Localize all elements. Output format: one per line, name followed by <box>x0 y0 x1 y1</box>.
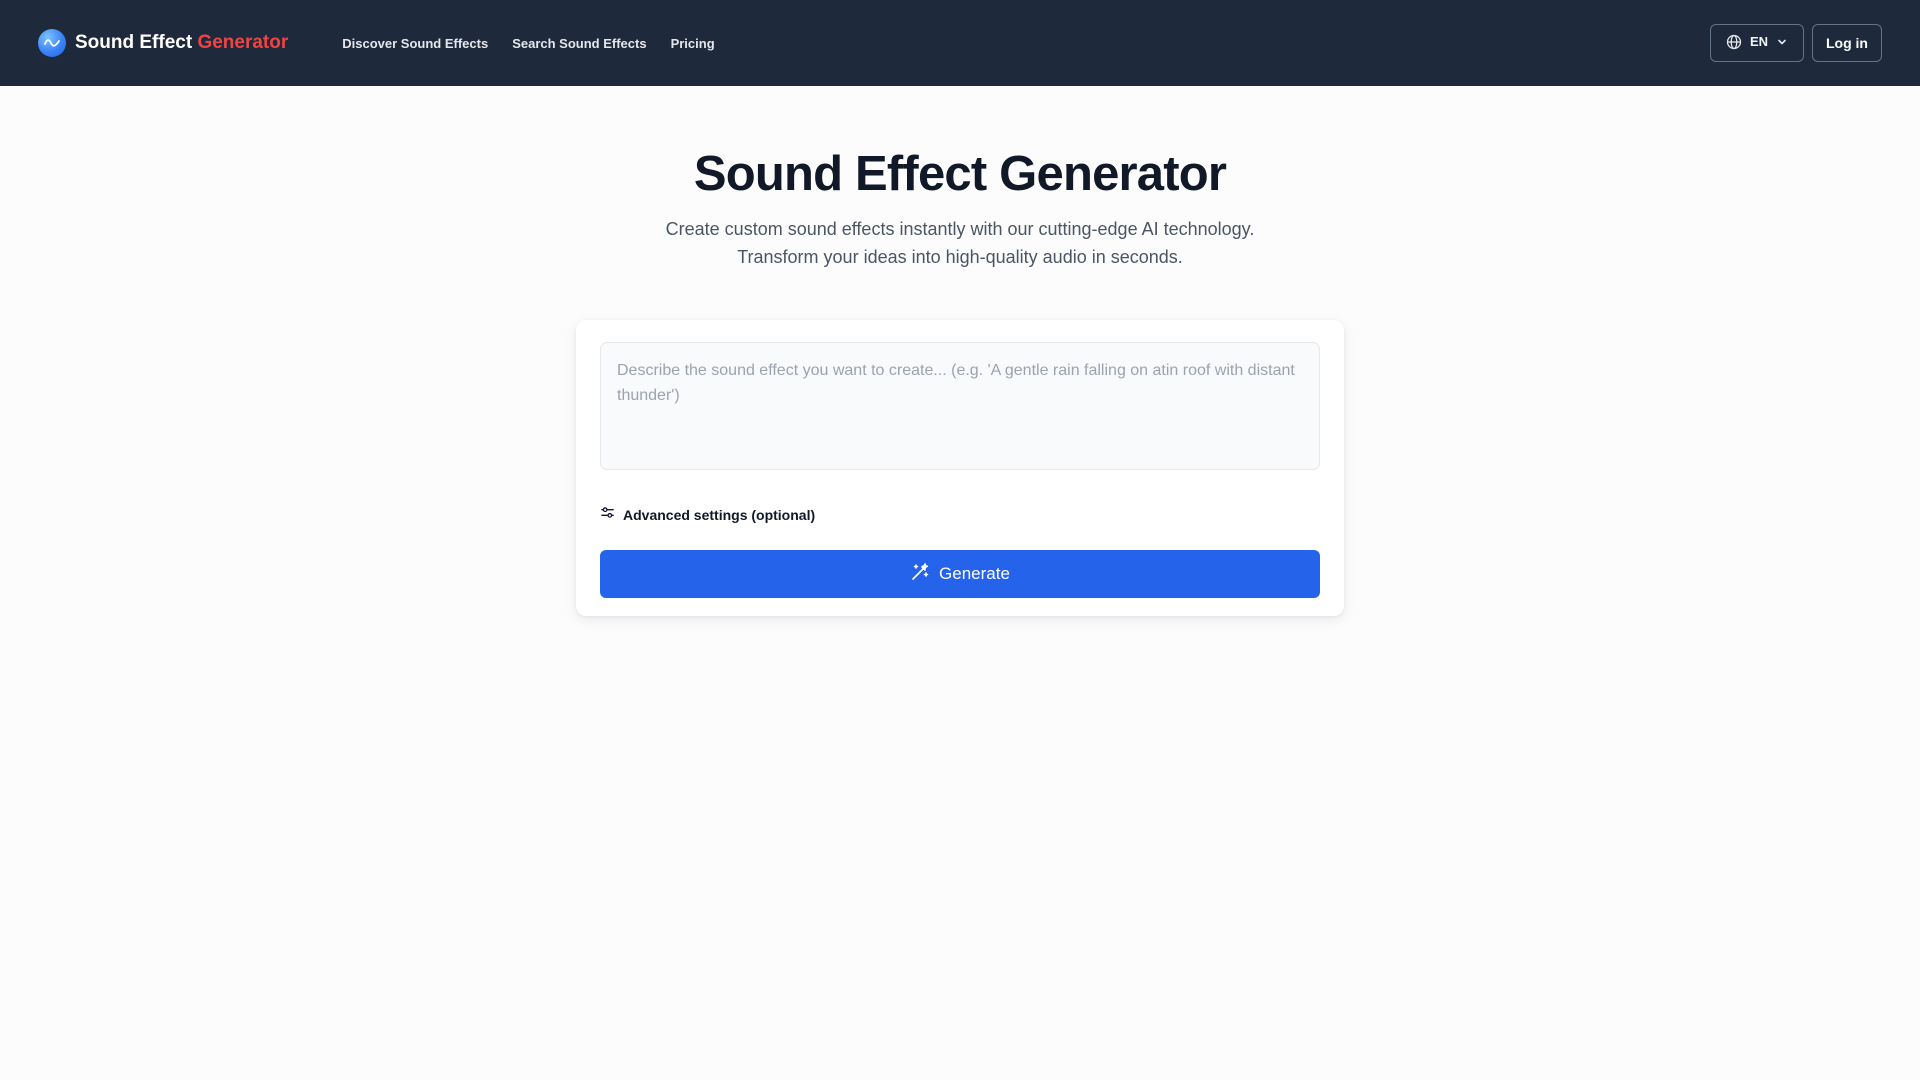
language-selector[interactable]: EN <box>1710 24 1804 62</box>
brand-logo-link[interactable]: Sound Effect Generator <box>38 29 288 57</box>
sliders-icon <box>600 505 615 525</box>
brand-name-main: Sound Effect <box>75 32 193 53</box>
main-nav: Discover Sound Effects Search Sound Effe… <box>342 36 738 51</box>
sound-description-input[interactable] <box>600 342 1320 470</box>
generate-button-label: Generate <box>939 564 1010 583</box>
nav-link-pricing[interactable]: Pricing <box>671 36 715 51</box>
subtitle-line-1: Create custom sound effects instantly wi… <box>665 219 1255 240</box>
advanced-settings-toggle[interactable]: Advanced settings (optional) <box>600 505 815 525</box>
login-button[interactable]: Log in <box>1812 24 1882 62</box>
page-subtitle: Create custom sound effects instantly wi… <box>0 215 1920 271</box>
generate-button[interactable]: Generate <box>600 550 1320 598</box>
header-actions: EN Log in <box>1710 24 1882 62</box>
globe-icon <box>1726 34 1742 53</box>
magic-wand-icon <box>910 562 930 587</box>
advanced-settings-label: Advanced settings (optional) <box>623 507 816 523</box>
nav-link-discover[interactable]: Discover Sound Effects <box>342 36 488 51</box>
chevron-down-icon <box>1776 36 1788 51</box>
nav-link-search[interactable]: Search Sound Effects <box>512 36 646 51</box>
waveform-icon <box>38 29 66 57</box>
hero-section: Sound Effect Generator Create custom sou… <box>0 86 1920 271</box>
brand-name-accent: Generator <box>197 32 289 53</box>
page-title: Sound Effect Generator <box>693 147 1227 201</box>
subtitle-line-2: Transform your ideas into high-quality a… <box>737 247 1183 268</box>
brand-name: Sound Effect Generator <box>75 32 288 54</box>
top-navigation-bar: Sound Effect Generator Discover Sound Ef… <box>0 0 1920 86</box>
generator-card: Advanced settings (optional) Generate <box>576 320 1344 616</box>
language-code: EN <box>1749 33 1769 49</box>
